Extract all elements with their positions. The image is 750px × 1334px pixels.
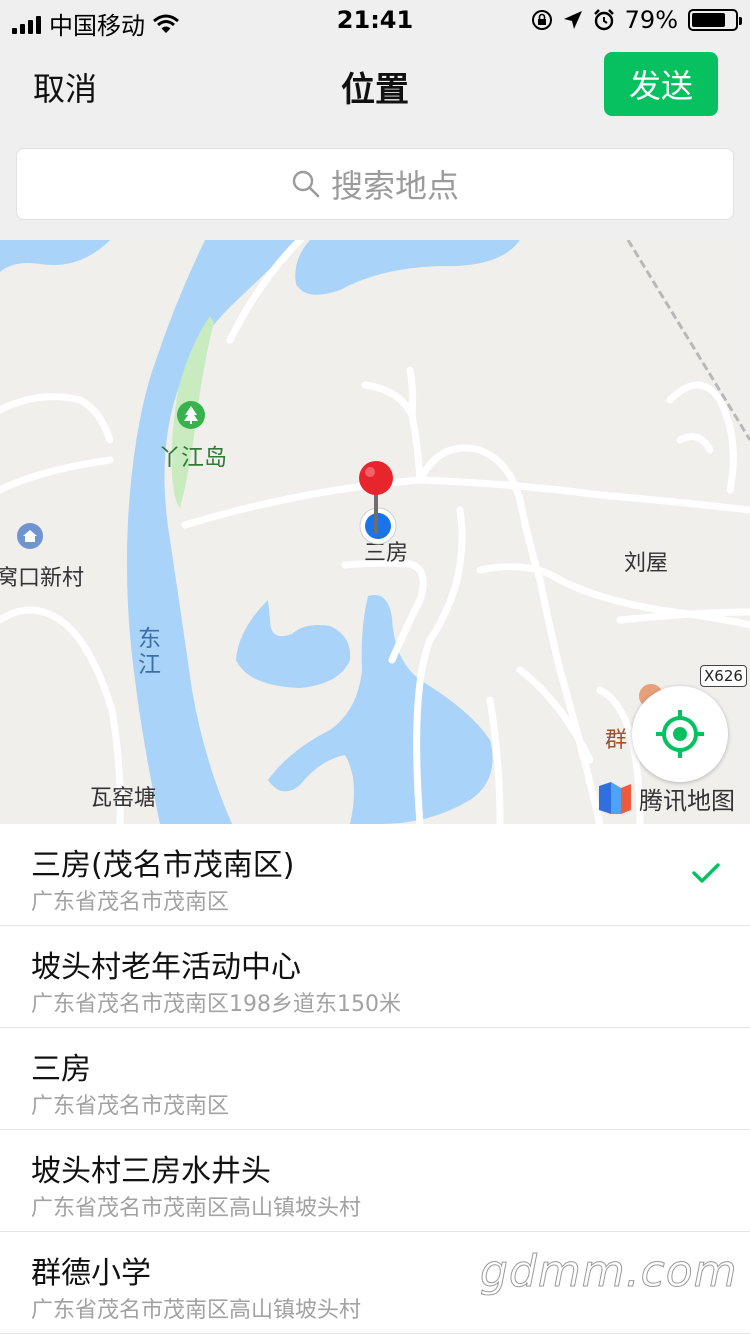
checkmark-icon bbox=[692, 863, 720, 883]
watermark: gdmm.com bbox=[480, 1246, 738, 1298]
list-item-title: 群德小学 bbox=[31, 1256, 151, 1291]
battery-percent: 79% bbox=[624, 6, 678, 34]
list-item[interactable]: 坡头村三房水井头 广东省茂名市茂南区高山镇坡头村 bbox=[0, 1130, 750, 1232]
orientation-lock-icon bbox=[531, 10, 552, 30]
status-right: 79% bbox=[531, 6, 742, 34]
map-view[interactable]: 丫江岛 窝口新村 东江 三房 刘屋 瓦窑塘 群 X626 腾讯地图 bbox=[0, 240, 750, 824]
list-item-address: 广东省茂名市茂南区 bbox=[31, 1094, 230, 1119]
list-item-address: 广东省茂名市茂南区198乡道东150米 bbox=[31, 992, 401, 1017]
battery-icon bbox=[688, 9, 742, 31]
list-item-address: 广东省茂名市茂南区 bbox=[31, 890, 230, 915]
list-item[interactable]: 三房(茂名市茂南区) 广东省茂名市茂南区 bbox=[0, 824, 750, 926]
map-label-village-left: 窝口新村 bbox=[0, 566, 85, 591]
list-item-title: 三房(茂名市茂南区) bbox=[31, 848, 295, 883]
map-label-bottom-left: 瓦窑塘 bbox=[90, 786, 157, 811]
list-item-address: 广东省茂名市茂南区高山镇坡头村 bbox=[31, 1196, 362, 1221]
alarm-icon bbox=[593, 9, 614, 31]
search-placeholder: 搜索地点 bbox=[330, 167, 459, 205]
village-icon bbox=[17, 523, 43, 549]
location-arrow-icon bbox=[563, 11, 582, 29]
map-label-partial-right: 群 bbox=[605, 728, 628, 753]
search-section: 搜索地点 bbox=[0, 130, 750, 240]
map-brand-label: 腾讯地图 bbox=[639, 786, 735, 815]
map-label-island: 丫江岛 bbox=[158, 445, 227, 471]
tencent-map-logo-icon bbox=[599, 782, 631, 814]
map-label-right-place: 刘屋 bbox=[624, 551, 669, 576]
list-item[interactable]: 坡头村老年活动中心 广东省茂名市茂南区198乡道东150米 bbox=[0, 926, 750, 1028]
list-item-title: 坡头村三房水井头 bbox=[31, 1154, 271, 1189]
battery-level bbox=[692, 13, 725, 27]
send-button[interactable]: 发送 bbox=[604, 52, 718, 116]
location-pin-icon bbox=[359, 461, 393, 534]
map-label-river: 东江 bbox=[138, 626, 161, 678]
list-item-title: 坡头村老年活动中心 bbox=[31, 950, 301, 985]
crosshair-icon bbox=[656, 710, 704, 758]
navigation-bar: 取消 位置 发送 bbox=[0, 40, 750, 130]
status-bar: 中国移动 21:41 79% bbox=[0, 0, 750, 40]
map-brand: 腾讯地图 bbox=[597, 780, 735, 816]
search-input[interactable]: 搜索地点 bbox=[16, 148, 734, 220]
locate-me-button[interactable] bbox=[632, 686, 728, 782]
list-item[interactable]: 三房 广东省茂名市茂南区 bbox=[0, 1028, 750, 1130]
park-icon bbox=[177, 401, 205, 429]
search-icon bbox=[292, 170, 320, 198]
road-code-badge: X626 bbox=[700, 665, 747, 687]
list-item-title: 三房 bbox=[31, 1052, 91, 1087]
list-item-address: 广东省茂名市茂南区高山镇坡头村 bbox=[31, 1298, 362, 1323]
